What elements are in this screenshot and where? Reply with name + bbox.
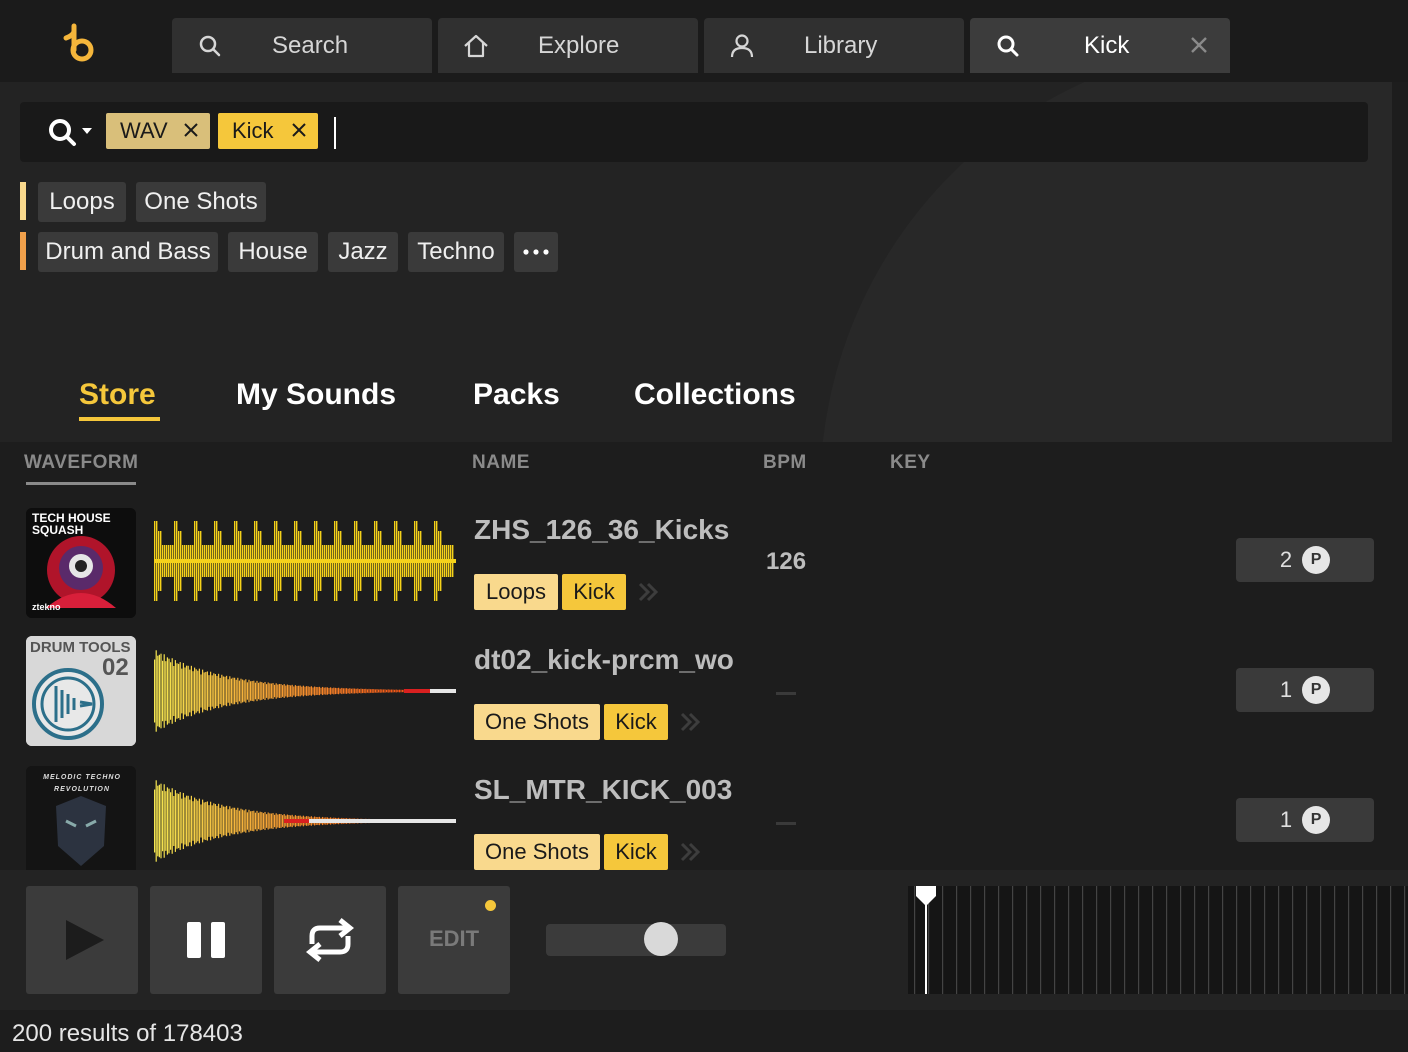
loop-button[interactable] bbox=[274, 886, 386, 994]
purchase-button[interactable]: 1 P bbox=[1236, 798, 1374, 842]
search-icon bbox=[997, 35, 1019, 57]
remove-chip-icon[interactable] bbox=[182, 121, 200, 139]
search-dropdown-icon[interactable] bbox=[46, 116, 96, 150]
play-icon bbox=[66, 920, 104, 960]
tab-kick[interactable]: Kick bbox=[970, 18, 1230, 73]
cover-number: 02 bbox=[102, 654, 129, 681]
waveform[interactable] bbox=[154, 646, 456, 736]
top-bar: Search Explore Library Kick bbox=[0, 0, 1408, 82]
text-caret bbox=[334, 117, 336, 149]
remove-chip-icon[interactable] bbox=[290, 121, 308, 139]
play-button[interactable] bbox=[26, 886, 138, 994]
results-count: 200 results of 178403 bbox=[12, 1020, 243, 1047]
more-tags-icon[interactable] bbox=[678, 840, 702, 864]
filter-house[interactable]: House bbox=[228, 232, 318, 272]
column-header-bpm[interactable]: BPM bbox=[763, 452, 807, 474]
sort-indicator bbox=[26, 482, 136, 485]
column-header-waveform[interactable]: WAVEFORM bbox=[24, 452, 138, 474]
price-count: 1 bbox=[1279, 807, 1293, 832]
genre-row-marker bbox=[20, 232, 26, 270]
more-tags-icon[interactable] bbox=[636, 580, 660, 604]
filter-techno[interactable]: Techno bbox=[408, 232, 504, 272]
table-row[interactable]: DRUM TOOLS 02 dt02_kick-prcm_wo One Shot… bbox=[0, 630, 1392, 760]
bpm-empty bbox=[776, 822, 796, 825]
purchase-button[interactable]: 1 P bbox=[1236, 668, 1374, 712]
pack-cover[interactable]: DRUM TOOLS 02 bbox=[26, 636, 136, 746]
chip-label: WAV bbox=[120, 118, 168, 143]
table-row[interactable]: TECH HOUSE SQUASH ztekno ZHS_126_36_Kick… bbox=[0, 500, 1392, 630]
loop-icon bbox=[305, 918, 355, 962]
purchase-button[interactable]: 2 P bbox=[1236, 538, 1374, 582]
tag-loops[interactable]: Loops bbox=[474, 574, 558, 610]
points-icon: P bbox=[1302, 676, 1331, 704]
pause-button[interactable] bbox=[150, 886, 262, 994]
pack-cover[interactable]: MELODIC TECHNO REVOLUTION bbox=[26, 766, 136, 870]
more-icon bbox=[523, 249, 549, 255]
playback-waveform[interactable] bbox=[908, 886, 1408, 994]
more-tags-icon[interactable] bbox=[678, 710, 702, 734]
points-icon: P bbox=[1302, 806, 1331, 834]
tag-one-shots[interactable]: One Shots bbox=[474, 834, 600, 870]
column-header-name[interactable]: NAME bbox=[472, 452, 530, 474]
notification-dot bbox=[485, 900, 496, 911]
tab-label: Kick bbox=[1084, 32, 1130, 59]
user-icon bbox=[730, 34, 754, 58]
sample-name[interactable]: SL_MTR_KICK_003 bbox=[474, 774, 736, 806]
search-input[interactable]: WAV Kick bbox=[20, 102, 1368, 162]
tab-label: Explore bbox=[538, 32, 620, 59]
filter-drum-and-bass[interactable]: Drum and Bass bbox=[38, 232, 218, 272]
tab-explore[interactable]: Explore bbox=[438, 18, 698, 73]
cover-brand: ztekno bbox=[32, 602, 61, 612]
logo-icon[interactable] bbox=[60, 22, 100, 64]
filter-chip-wav[interactable]: WAV bbox=[106, 113, 210, 149]
column-header-key[interactable]: KEY bbox=[890, 452, 931, 474]
price-count: 2 bbox=[1279, 547, 1293, 572]
edit-button[interactable]: EDIT bbox=[398, 886, 510, 994]
pack-cover[interactable]: TECH HOUSE SQUASH ztekno bbox=[26, 508, 136, 618]
pause-icon bbox=[187, 922, 225, 958]
tab-packs[interactable]: Packs bbox=[473, 378, 560, 412]
active-tab-indicator bbox=[79, 417, 160, 421]
tab-collections[interactable]: Collections bbox=[634, 378, 796, 412]
filter-jazz[interactable]: Jazz bbox=[328, 232, 398, 272]
filter-one-shots[interactable]: One Shots bbox=[136, 182, 266, 222]
tab-store[interactable]: Store bbox=[79, 378, 156, 412]
bpm-empty bbox=[776, 692, 796, 695]
home-icon bbox=[464, 34, 488, 58]
tab-label: Library bbox=[804, 32, 878, 59]
tag-kick[interactable]: Kick bbox=[604, 834, 668, 870]
price-count: 1 bbox=[1279, 677, 1293, 702]
cover-title: MELODIC TECHNO REVOLUTION bbox=[43, 774, 121, 793]
volume-slider-knob[interactable] bbox=[643, 922, 678, 956]
tag-kick[interactable]: Kick bbox=[562, 574, 626, 610]
volume-slider[interactable] bbox=[546, 924, 726, 956]
bpm-value: 126 bbox=[766, 548, 807, 575]
sample-name[interactable]: ZHS_126_36_Kicks bbox=[474, 514, 736, 546]
tab-library[interactable]: Library bbox=[704, 18, 964, 73]
tag-one-shots[interactable]: One Shots bbox=[474, 704, 600, 740]
tab-label: Search bbox=[272, 32, 349, 59]
points-icon: P bbox=[1302, 546, 1331, 574]
tab-search[interactable]: Search bbox=[172, 18, 432, 73]
player-bar: EDIT bbox=[0, 870, 1408, 1010]
tag-kick[interactable]: Kick bbox=[604, 704, 668, 740]
type-row-marker bbox=[20, 182, 26, 220]
chip-label: Kick bbox=[232, 118, 274, 143]
sample-name[interactable]: dt02_kick-prcm_wo bbox=[474, 644, 736, 676]
search-icon bbox=[199, 35, 221, 57]
cover-title: TECH HOUSE SQUASH bbox=[32, 511, 111, 537]
edit-label: EDIT bbox=[428, 926, 480, 951]
filter-chip-kick[interactable]: Kick bbox=[218, 113, 318, 149]
tab-my-sounds[interactable]: My Sounds bbox=[236, 378, 396, 412]
waveform[interactable] bbox=[154, 776, 456, 866]
table-row[interactable]: MELODIC TECHNO REVOLUTION SL_MTR_KICK_00… bbox=[0, 760, 1392, 870]
filter-loops[interactable]: Loops bbox=[38, 182, 126, 222]
close-icon[interactable] bbox=[1186, 32, 1212, 58]
waveform[interactable] bbox=[154, 516, 456, 606]
more-filters-button[interactable] bbox=[514, 232, 558, 272]
